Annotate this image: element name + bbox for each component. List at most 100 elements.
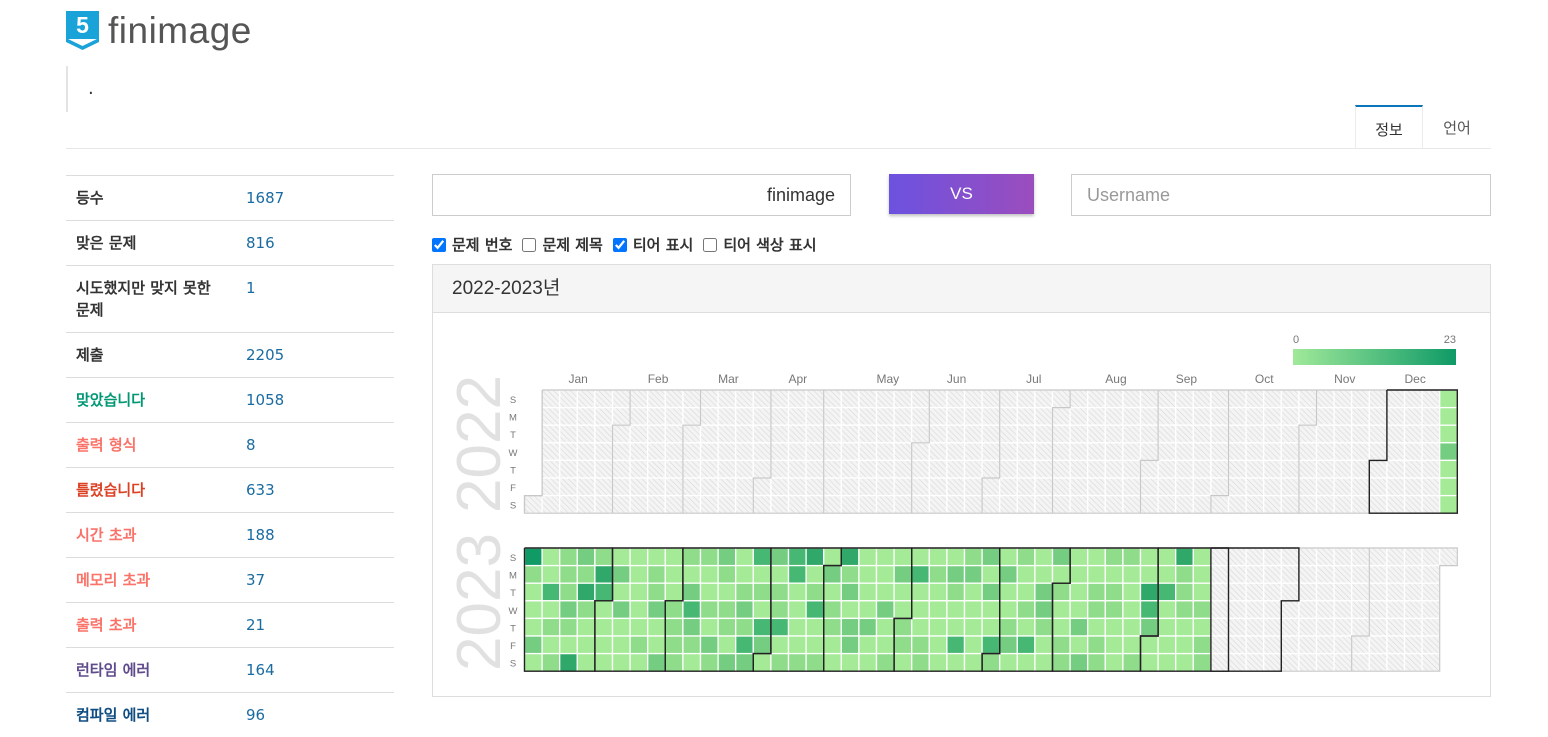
streak-day-cell — [701, 390, 719, 408]
streak-day-cell — [718, 443, 736, 461]
streak-day-cell — [1088, 654, 1106, 672]
option-problem-title[interactable]: 문제 제목 — [522, 234, 602, 255]
option-tier-color[interactable]: 티어 색상 표시 — [703, 234, 816, 255]
streak-day-cell — [1123, 636, 1141, 654]
stat-value[interactable]: 37 — [236, 558, 394, 603]
weekday-label: F — [510, 483, 516, 494]
streak-day-cell — [912, 460, 930, 478]
streak-day-cell — [613, 408, 631, 426]
streak-day-cell — [824, 496, 842, 514]
streak-day-cell — [965, 566, 983, 584]
stat-value[interactable]: 96 — [236, 693, 394, 737]
stat-value[interactable]: 21 — [236, 603, 394, 648]
streak-day-cell — [1017, 460, 1035, 478]
streak-day-cell — [1211, 390, 1229, 408]
weekday-label: F — [510, 641, 516, 652]
stat-value[interactable]: 164 — [236, 648, 394, 693]
compare-username-input[interactable] — [1071, 174, 1491, 216]
streak-day-cell — [1422, 390, 1440, 408]
streak-day-cell — [648, 566, 666, 584]
streak-day-cell — [1176, 496, 1194, 514]
stat-label: 등수 — [66, 176, 236, 221]
stat-value[interactable]: 816 — [236, 221, 394, 266]
option-tier-display[interactable]: 티어 표시 — [613, 234, 693, 255]
problem-number-checkbox[interactable] — [432, 238, 446, 252]
streak-day-cell — [824, 478, 842, 496]
streak-day-cell — [1141, 425, 1159, 443]
streak-day-cell — [1246, 390, 1264, 408]
streak-day-cell — [753, 601, 771, 619]
problem-title-checkbox[interactable] — [522, 238, 536, 252]
streak-day-cell — [1211, 425, 1229, 443]
streak-day-cell — [841, 654, 859, 672]
streak-day-cell — [701, 636, 719, 654]
streak-day-cell — [912, 654, 930, 672]
streak-day-cell — [841, 425, 859, 443]
streak-day-cell — [613, 496, 631, 514]
streak-day-cell — [1035, 654, 1053, 672]
option-problem-number[interactable]: 문제 번호 — [432, 234, 512, 255]
streak-day-cell — [1387, 654, 1405, 672]
streak-day-cell — [1334, 478, 1352, 496]
streak-day-cell — [771, 636, 789, 654]
stat-value[interactable]: 8 — [236, 423, 394, 468]
vs-button[interactable]: VS — [889, 174, 1034, 214]
streak-day-cell — [806, 443, 824, 461]
streak-day-cell — [806, 460, 824, 478]
tier-color-checkbox[interactable] — [703, 238, 717, 252]
stat-value[interactable]: 1 — [236, 266, 394, 333]
streak-day-cell — [894, 496, 912, 514]
streak-day-cell — [613, 548, 631, 566]
streak-day-cell — [1123, 425, 1141, 443]
streak-day-cell — [1440, 425, 1458, 443]
stats-row: 시도했지만 맞지 못한 문제1 — [66, 266, 394, 333]
streak-day-cell — [1158, 408, 1176, 426]
streak-day-cell — [1369, 478, 1387, 496]
streak-day-cell — [1141, 566, 1159, 584]
streak-day-cell — [525, 636, 543, 654]
month-label: Jan — [569, 372, 588, 386]
streak-day-cell — [841, 636, 859, 654]
streak-day-cell — [1334, 443, 1352, 461]
streak-day-cell — [665, 460, 683, 478]
streak-day-cell — [1387, 636, 1405, 654]
streak-day-cell — [912, 618, 930, 636]
streak-day-cell — [753, 583, 771, 601]
streak-day-cell — [1193, 636, 1211, 654]
streak-day-cell — [648, 548, 666, 566]
streak-day-cell — [929, 425, 947, 443]
site-logo[interactable]: 5 finimage — [66, 10, 252, 52]
streak-day-cell — [683, 601, 701, 619]
stat-value[interactable]: 633 — [236, 468, 394, 513]
stat-value[interactable]: 188 — [236, 513, 394, 558]
streak-day-cell — [894, 390, 912, 408]
streak-day-cell — [1264, 601, 1282, 619]
streak-day-cell — [1070, 408, 1088, 426]
username-input[interactable] — [432, 174, 851, 216]
streak-day-cell — [630, 566, 648, 584]
streak-day-cell — [1158, 425, 1176, 443]
streak-day-cell — [595, 496, 613, 514]
streak-day-cell — [1387, 478, 1405, 496]
stat-value[interactable]: 2205 — [236, 333, 394, 378]
streak-day-cell — [542, 478, 560, 496]
streak-day-cell — [877, 460, 895, 478]
stat-value[interactable]: 1687 — [236, 176, 394, 221]
streak-day-cell — [1035, 425, 1053, 443]
streak-day-cell — [1105, 654, 1123, 672]
streak-day-cell — [560, 496, 578, 514]
streak-day-cell — [736, 478, 754, 496]
streak-day-cell — [1229, 583, 1247, 601]
streak-day-cell — [630, 636, 648, 654]
streak-day-cell — [577, 566, 595, 584]
streak-day-cell — [595, 408, 613, 426]
streak-day-cell — [1334, 566, 1352, 584]
tab-info[interactable]: 정보 — [1355, 105, 1423, 148]
stat-value[interactable]: 1058 — [236, 378, 394, 423]
streak-day-cell — [1264, 496, 1282, 514]
streak-day-cell — [982, 478, 1000, 496]
stats-row: 제출2205 — [66, 333, 394, 378]
stat-label: 맞았습니다 — [66, 378, 236, 423]
tab-language[interactable]: 언어 — [1423, 105, 1491, 148]
tier-display-checkbox[interactable] — [613, 238, 627, 252]
